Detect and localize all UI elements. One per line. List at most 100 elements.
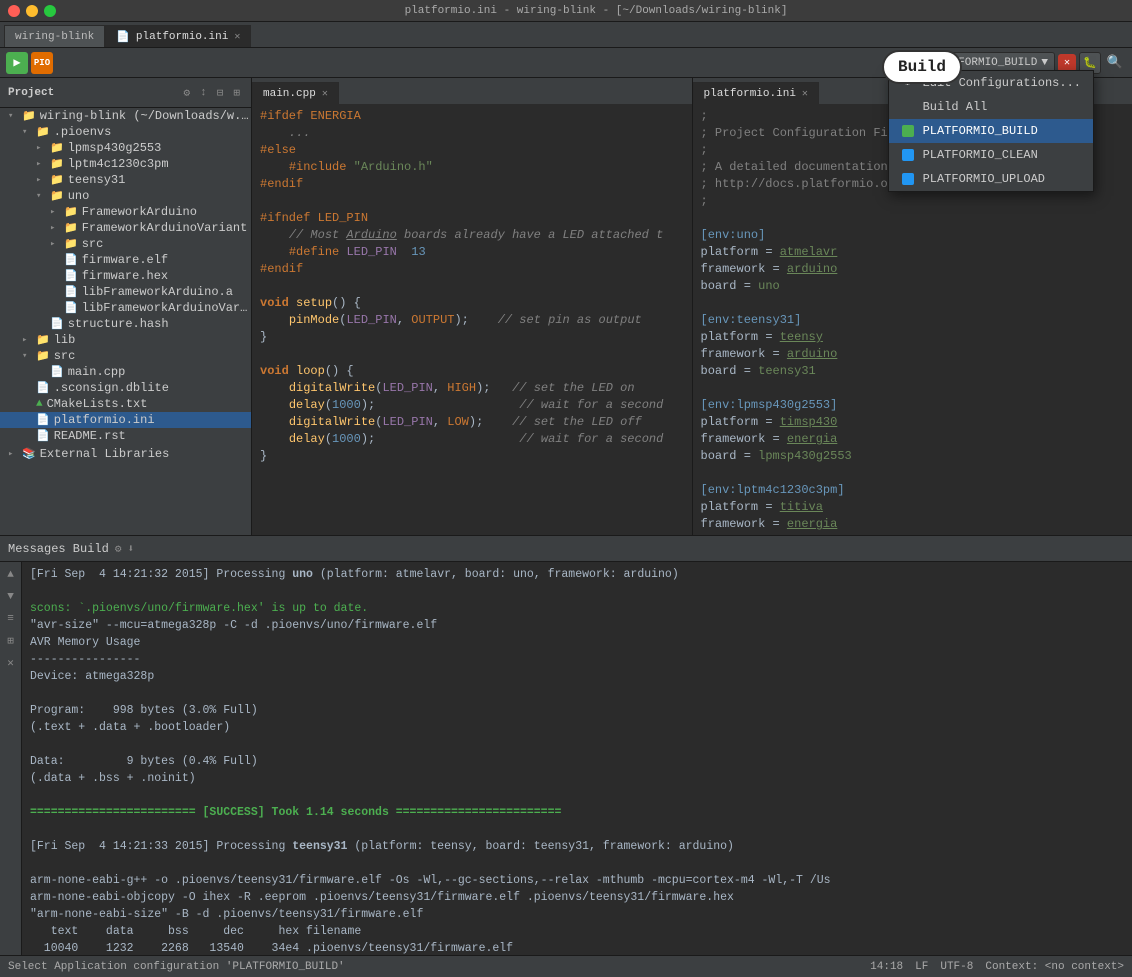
code-line: board = lpmsp430g2553 — [693, 448, 1132, 465]
dropdown-item-platformio-clean-label: PLATFORMIO_CLEAN — [923, 148, 1038, 162]
window-tab-wiring-blink[interactable]: wiring-blink — [4, 25, 105, 47]
tree-label-cmakelists: CMakeLists.txt — [47, 397, 148, 411]
code-line: } — [252, 448, 692, 465]
build-all-icon — [901, 100, 915, 114]
tree-item-structure-hash[interactable]: ▸ 📄 structure.hash — [0, 316, 251, 332]
code-line: [env:lpmsp430g2553] — [693, 397, 1132, 414]
code-line — [252, 193, 692, 210]
settings-icon[interactable]: ⚙ — [115, 542, 122, 556]
file-icon: 📄 — [116, 30, 130, 44]
editor-tab-platformio-ini[interactable]: platformio.ini ✕ — [693, 82, 819, 104]
dropdown-item-platformio-build[interactable]: PLATFORMIO_BUILD — [889, 119, 1093, 143]
tree-item-pioenvs[interactable]: ▾ 📁 .pioenvs — [0, 124, 251, 140]
msg-line: "avr-size" --mcu=atmega328p -C -d .pioen… — [30, 617, 1124, 634]
tree-item-firmware-hex[interactable]: ▸ 📄 firmware.hex — [0, 268, 251, 284]
scroll-down-icon[interactable]: ⬇ — [127, 542, 134, 556]
dropdown-item-platformio-upload[interactable]: PLATFORMIO_UPLOAD — [889, 167, 1093, 191]
msg-line: (.text + .data + .bootloader) — [30, 719, 1124, 736]
tree-item-external-libraries[interactable]: ▸ 📚 External Libraries — [0, 446, 251, 462]
msg-line: Program: 998 bytes (3.0% Full) — [30, 702, 1124, 719]
stop-button[interactable]: ✕ — [1058, 54, 1076, 72]
run-button[interactable]: ▶ — [6, 52, 28, 74]
tree-item-uno[interactable]: ▾ 📁 uno — [0, 188, 251, 204]
msg-line: scons: `.pioenvs/uno/firmware.hex' is up… — [30, 600, 1124, 617]
tree-item-framework-arduino[interactable]: ▸ 📁 FrameworkArduino — [0, 204, 251, 220]
tree-item-platformio-ini[interactable]: ▸ 📄 platformio.ini — [0, 412, 251, 428]
tree-item-uno-src[interactable]: ▸ 📁 src — [0, 236, 251, 252]
code-line: digitalWrite(LED_PIN, HIGH); // set the … — [252, 380, 692, 397]
editor-tab-platformio-ini-label: platformio.ini — [704, 88, 796, 100]
window-tab-platformio[interactable]: 📄 platformio.ini ✕ — [105, 25, 251, 47]
code-line: void setup() { — [252, 295, 692, 312]
editor-tab-main-cpp[interactable]: main.cpp ✕ — [252, 82, 339, 104]
list-icon[interactable]: ≡ — [2, 610, 20, 628]
dropdown-item-build-all-label: Build All — [923, 100, 988, 114]
code-line: delay(1000); // wait for a second — [252, 397, 692, 414]
tree-item-lib[interactable]: ▸ 📁 lib — [0, 332, 251, 348]
filter-icon[interactable]: ⊞ — [2, 632, 20, 650]
code-line: #include "Arduino.h" — [252, 159, 692, 176]
code-line — [252, 346, 692, 363]
tree-item-firmware-elf[interactable]: ▸ 📄 firmware.elf — [0, 252, 251, 268]
close-icon[interactable]: ✕ — [322, 88, 328, 100]
code-line: } — [252, 329, 692, 346]
tree-item-lib-framework[interactable]: ▸ 📄 libFrameworkArduino.a — [0, 284, 251, 300]
tree-item-lptm4c1230c3pm[interactable]: ▸ 📁 lptm4c1230c3pm — [0, 156, 251, 172]
status-bar: Select Application configuration 'PLATFO… — [0, 955, 1132, 977]
code-line: #else — [252, 142, 692, 159]
msg-line: arm-none-eabi-g++ -o .pioenvs/teensy31/f… — [30, 872, 1124, 889]
tree-item-src[interactable]: ▾ 📁 src — [0, 348, 251, 364]
status-lf: LF — [915, 961, 928, 973]
editor-pane-main-cpp-tabs: main.cpp ✕ — [252, 78, 692, 104]
code-line: platform = timsp430 — [693, 414, 1132, 431]
close-icon[interactable]: ✕ — [802, 88, 808, 100]
code-line — [252, 278, 692, 295]
msg-line — [30, 685, 1124, 702]
minimize-button[interactable] — [26, 5, 38, 17]
tree-item-framework-arduino-variant[interactable]: ▸ 📁 FrameworkArduinoVariant — [0, 220, 251, 236]
clear-icon[interactable]: ✕ — [2, 654, 20, 672]
pio-icon: PIO — [31, 52, 53, 74]
status-encoding: UTF-8 — [940, 961, 973, 973]
status-left: Select Application configuration 'PLATFO… — [8, 961, 862, 973]
scroll-down-btn[interactable]: ▼ — [2, 588, 20, 606]
dropdown-item-platformio-build-label: PLATFORMIO_BUILD — [923, 124, 1038, 138]
code-line: platform = atmelavr — [693, 244, 1132, 261]
close-button[interactable] — [8, 5, 20, 17]
tree-item-cmakelists[interactable]: ▸ ▲ CMakeLists.txt — [0, 396, 251, 412]
tree-item-sconsign[interactable]: ▸ 📄 .sconsign.dblite — [0, 380, 251, 396]
tree-item-lib-framework-variant[interactable]: ▸ 📄 libFrameworkArduinoVari... — [0, 300, 251, 316]
tree-item-teensy31[interactable]: ▸ 📁 teensy31 — [0, 172, 251, 188]
maximize-button[interactable] — [44, 5, 56, 17]
scroll-up-btn[interactable]: ▲ — [2, 566, 20, 584]
tree-item-readme[interactable]: ▸ 📄 README.rst — [0, 428, 251, 444]
tree-item-root[interactable]: ▾ 📁 wiring-blink (~/Downloads/w... — [0, 108, 251, 124]
code-line: platform = titiva — [693, 499, 1132, 516]
dropdown-item-build-all[interactable]: Build All — [889, 95, 1093, 119]
project-sidebar: Project ⚙ ↕ ⊟ ⊞ ▾ 📁 wiring-blink (~/Down… — [0, 78, 252, 535]
tree-label-lib-framework: libFrameworkArduino.a — [82, 285, 233, 299]
code-line: #ifndef LED_PIN — [252, 210, 692, 227]
dropdown-item-platformio-clean[interactable]: PLATFORMIO_CLEAN — [889, 143, 1093, 167]
msg-line — [30, 787, 1124, 804]
tree-item-lpmsp430g2553[interactable]: ▸ 📁 lpmsp430g2553 — [0, 140, 251, 156]
tree-item-main-cpp[interactable]: ▸ 📄 main.cpp — [0, 364, 251, 380]
messages-title: Messages Build — [8, 542, 109, 556]
code-line — [693, 295, 1132, 312]
msg-line: "arm-none-eabi-size" -B -d .pioenvs/teen… — [30, 906, 1124, 923]
settings-icon[interactable]: ⚙ — [181, 84, 194, 102]
code-line: platform = teensy — [693, 329, 1132, 346]
tree-label-framework-arduino-variant: FrameworkArduinoVariant — [82, 221, 248, 235]
search-icon[interactable]: 🔍 — [1104, 52, 1126, 74]
tree-label-firmware-elf: firmware.elf — [82, 253, 168, 267]
project-tree: ▾ 📁 wiring-blink (~/Downloads/w... ▾ 📁 .… — [0, 108, 251, 462]
tree-label-platformio-ini: platformio.ini — [54, 413, 155, 427]
collapse-icon[interactable]: ⊟ — [214, 84, 227, 102]
tree-label-uno: uno — [68, 189, 90, 203]
tree-label-lptm4c1230c3pm: lptm4c1230c3pm — [68, 157, 169, 171]
expand-icon[interactable]: ⊞ — [230, 84, 243, 102]
close-icon[interactable]: ✕ — [234, 31, 240, 43]
code-line: #endif — [252, 261, 692, 278]
sort-icon[interactable]: ↕ — [197, 85, 210, 101]
msg-line: Device: atmega328p — [30, 668, 1124, 685]
